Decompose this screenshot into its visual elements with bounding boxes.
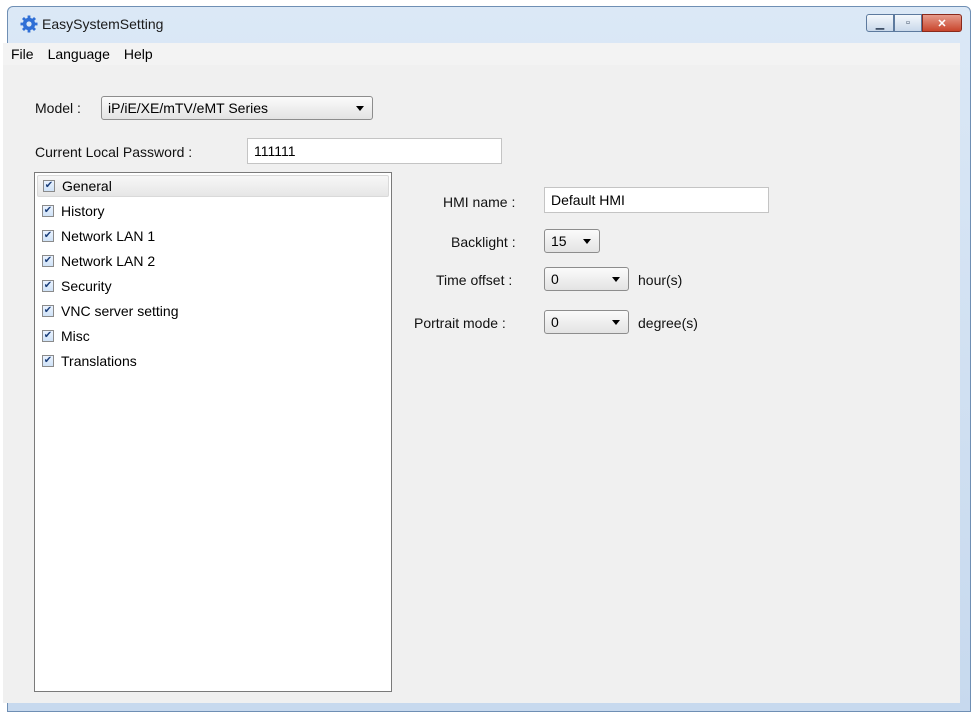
- tree-item-label: Misc: [61, 328, 90, 344]
- time-offset-label: Time offset :: [436, 272, 513, 288]
- portrait-mode-unit: degree(s): [638, 315, 698, 331]
- close-icon: ✕: [937, 17, 947, 30]
- tree-item-security[interactable]: ✔ Security: [37, 275, 389, 297]
- close-button[interactable]: ✕: [922, 14, 962, 32]
- checkbox-network-lan-2[interactable]: ✔: [42, 255, 54, 267]
- menu-help[interactable]: Help: [118, 46, 159, 62]
- time-offset-unit: hour(s): [638, 272, 683, 288]
- checkbox-misc[interactable]: ✔: [42, 330, 54, 342]
- checkbox-translations[interactable]: ✔: [42, 355, 54, 367]
- menu-bar: File Language Help: [3, 43, 960, 65]
- password-label: Current Local Password :: [35, 144, 193, 160]
- time-offset-select-value: 0: [551, 271, 559, 287]
- checkbox-history[interactable]: ✔: [42, 205, 54, 217]
- minimize-button[interactable]: ▁: [866, 14, 894, 32]
- backlight-select[interactable]: 15: [544, 229, 600, 253]
- tree-item-label: History: [61, 203, 105, 219]
- category-tree[interactable]: ✔ General ✔ History ✔ Network LAN 1 ✔ Ne…: [34, 172, 392, 692]
- title-bar[interactable]: EasySystemSetting ▁ ▫ ✕: [8, 7, 970, 41]
- chevron-down-icon: [356, 106, 364, 111]
- tree-item-translations[interactable]: ✔ Translations: [37, 350, 389, 372]
- minimize-icon: ▁: [875, 17, 885, 30]
- tree-item-label: General: [62, 178, 112, 194]
- backlight-label: Backlight :: [451, 234, 516, 250]
- menu-file[interactable]: File: [5, 46, 40, 62]
- tree-item-network-lan-2[interactable]: ✔ Network LAN 2: [37, 250, 389, 272]
- model-label: Model :: [35, 100, 81, 116]
- time-offset-select[interactable]: 0: [544, 267, 629, 291]
- chevron-down-icon: [612, 277, 620, 282]
- password-field[interactable]: 111111: [247, 138, 502, 164]
- maximize-icon: ▫: [906, 17, 910, 29]
- checkbox-network-lan-1[interactable]: ✔: [42, 230, 54, 242]
- model-select-value: iP/iE/XE/mTV/eMT Series: [108, 100, 269, 116]
- model-select[interactable]: iP/iE/XE/mTV/eMT Series: [101, 96, 373, 120]
- checkbox-vnc-server-setting[interactable]: ✔: [42, 305, 54, 317]
- backlight-select-value: 15: [551, 233, 567, 249]
- portrait-mode-label: Portrait mode :: [414, 315, 506, 331]
- tree-item-label: Security: [61, 278, 112, 294]
- chevron-down-icon: [612, 320, 620, 325]
- tree-item-network-lan-1[interactable]: ✔ Network LAN 1: [37, 225, 389, 247]
- tree-item-vnc-server-setting[interactable]: ✔ VNC server setting: [37, 300, 389, 322]
- portrait-mode-select-value: 0: [551, 314, 559, 330]
- chevron-down-icon: [583, 239, 591, 244]
- portrait-mode-select[interactable]: 0: [544, 310, 629, 334]
- hmi-name-label: HMI name :: [443, 194, 516, 210]
- tree-item-label: Translations: [61, 353, 137, 369]
- tree-item-label: Network LAN 1: [61, 228, 156, 244]
- tree-item-label: VNC server setting: [61, 303, 179, 319]
- checkbox-security[interactable]: ✔: [42, 280, 54, 292]
- menu-language[interactable]: Language: [42, 46, 116, 62]
- tree-item-general[interactable]: ✔ General: [37, 175, 389, 197]
- window-title: EasySystemSetting: [42, 16, 164, 32]
- tree-item-label: Network LAN 2: [61, 253, 156, 269]
- tree-item-misc[interactable]: ✔ Misc: [37, 325, 389, 347]
- maximize-button[interactable]: ▫: [894, 14, 922, 32]
- checkbox-general[interactable]: ✔: [43, 180, 55, 192]
- tree-item-history[interactable]: ✔ History: [37, 200, 389, 222]
- hmi-name-field[interactable]: Default HMI: [544, 187, 769, 213]
- gear-icon: [20, 15, 38, 33]
